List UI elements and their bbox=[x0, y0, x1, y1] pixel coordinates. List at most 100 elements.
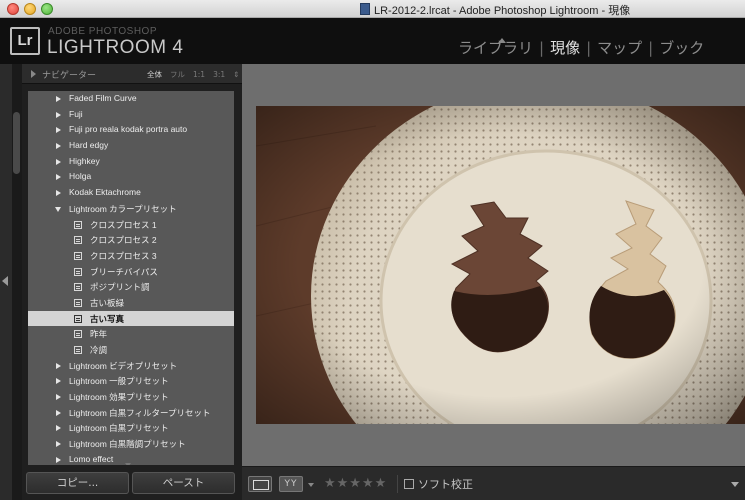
navigator-zoom-options: 全体 フル 1:1 3:1 ⇕ bbox=[147, 69, 247, 80]
expand-triangle-icon[interactable] bbox=[56, 143, 61, 150]
photo-preview[interactable] bbox=[256, 106, 745, 424]
expand-triangle-icon[interactable] bbox=[31, 70, 36, 78]
soft-proof-label[interactable]: ソフト校正 bbox=[418, 476, 473, 492]
module-separator: | bbox=[539, 39, 545, 57]
module-separator: | bbox=[648, 39, 654, 57]
preset-item[interactable]: ブリーチバイパス bbox=[28, 264, 234, 280]
preset-item[interactable]: 冷調 bbox=[28, 342, 234, 358]
navigator-header[interactable]: ナビゲーター 全体 フル 1:1 3:1 ⇕ bbox=[22, 64, 242, 84]
preset-folder[interactable]: Highkey bbox=[28, 154, 234, 170]
preset-folder-label: Lomo effect bbox=[69, 453, 114, 464]
expand-triangle-icon[interactable] bbox=[56, 158, 61, 165]
module-map[interactable]: マップ bbox=[597, 37, 642, 58]
preset-icon bbox=[74, 346, 82, 354]
photo-image bbox=[256, 106, 745, 424]
toolbar-divider bbox=[397, 475, 398, 493]
zoom-dropdown-icon[interactable]: ⇕ bbox=[233, 70, 239, 79]
preset-folder-label: Faded Film Curve bbox=[69, 93, 137, 103]
loupe-view-button[interactable] bbox=[248, 476, 272, 492]
preset-item[interactable]: 昨年 bbox=[28, 326, 234, 342]
preset-list: Faded Film Curve Fuji Fuji pro reala kod… bbox=[28, 91, 234, 465]
preset-icon bbox=[74, 330, 82, 339]
close-window-button[interactable] bbox=[7, 3, 19, 15]
preset-item-label: 古い板緑 bbox=[90, 297, 125, 308]
preset-folder-label: Kodak Ektachrome bbox=[69, 187, 141, 198]
preset-folder[interactable]: Fuji bbox=[28, 107, 234, 123]
expand-triangle-icon[interactable] bbox=[56, 174, 61, 181]
rating-stars[interactable]: ★★★★★ bbox=[324, 476, 387, 491]
develop-canvas[interactable] bbox=[242, 64, 745, 466]
zoom-fill[interactable]: フル bbox=[170, 70, 185, 79]
preset-item-label: 昨年 bbox=[90, 329, 108, 340]
preset-item-label: 冷調 bbox=[90, 345, 108, 355]
module-picker: ライブラリ | 現像 | マップ | ブック bbox=[458, 37, 704, 59]
preset-folder[interactable]: Lomo effect bbox=[28, 452, 234, 465]
zoom-3-1[interactable]: 3:1 bbox=[213, 70, 225, 79]
expand-triangle-icon[interactable] bbox=[56, 425, 61, 432]
navigator-title: ナビゲーター bbox=[42, 71, 97, 81]
preset-item-label: クロスプロセス 2 bbox=[90, 235, 157, 246]
expand-triangle-icon[interactable] bbox=[56, 378, 61, 385]
preset-folder-label: Lightroom 白黒フィルタープリセット bbox=[69, 407, 211, 418]
zoom-window-button[interactable] bbox=[41, 3, 53, 15]
preset-folder-open[interactable]: Lightroom カラープリセット bbox=[28, 201, 234, 217]
zoom-1-1[interactable]: 1:1 bbox=[193, 70, 205, 79]
brand-title: LIGHTROOM 4 bbox=[47, 37, 184, 58]
preset-item-selected[interactable]: 古い写真 bbox=[28, 310, 234, 327]
expand-triangle-icon[interactable] bbox=[56, 362, 61, 369]
preset-icon bbox=[74, 220, 82, 229]
module-library[interactable]: ライブラリ bbox=[458, 37, 533, 58]
preset-item[interactable]: ポジプリント調 bbox=[28, 279, 234, 295]
lightroom-logo-icon: Lr bbox=[10, 27, 40, 55]
left-panel-toggle-icon[interactable] bbox=[2, 276, 8, 286]
minimize-window-button[interactable] bbox=[24, 3, 36, 15]
preset-item[interactable]: クロスプロセス 1 bbox=[28, 217, 234, 233]
preset-folder-label: Holga bbox=[69, 171, 92, 182]
preset-folder[interactable]: Lightroom ビデオプリセット bbox=[28, 358, 234, 374]
preset-folder[interactable]: Faded Film Curve bbox=[28, 91, 234, 107]
soft-proof-checkbox[interactable] bbox=[404, 479, 414, 489]
preset-item[interactable]: クロスプロセス 2 bbox=[28, 232, 234, 248]
preset-folder[interactable]: Hard edgy bbox=[28, 138, 234, 154]
preset-icon bbox=[74, 283, 82, 292]
preset-icon bbox=[74, 236, 82, 245]
preset-folder-label: Hard edgy bbox=[69, 140, 109, 151]
preset-item[interactable]: クロスプロセス 3 bbox=[28, 248, 234, 264]
before-after-dropdown-icon[interactable] bbox=[308, 483, 314, 487]
copy-settings-button[interactable]: コピー... bbox=[26, 472, 129, 494]
preset-folder[interactable]: Fuji pro reala kodak portra auto bbox=[28, 122, 234, 138]
preset-item[interactable]: 古い板緑 bbox=[28, 295, 234, 311]
paste-settings-button[interactable]: ペースト bbox=[132, 472, 235, 494]
preset-folder-label: Lightroom ビデオプリセット bbox=[69, 360, 178, 371]
expand-triangle-icon[interactable] bbox=[56, 190, 61, 197]
expand-triangle-icon[interactable] bbox=[56, 127, 61, 134]
expand-triangle-icon[interactable] bbox=[56, 441, 61, 448]
preset-folder-label: Lightroom カラープリセット bbox=[69, 203, 177, 214]
module-separator: | bbox=[586, 39, 592, 57]
expand-triangle-icon[interactable] bbox=[56, 111, 61, 118]
expand-triangle-icon[interactable] bbox=[56, 96, 61, 102]
left-panel-edge[interactable] bbox=[0, 64, 12, 500]
module-develop[interactable]: 現像 bbox=[550, 37, 580, 58]
preset-item-label: 古い写真 bbox=[90, 313, 125, 324]
preset-folder[interactable]: Kodak Ektachrome bbox=[28, 185, 234, 201]
preset-icon bbox=[74, 251, 82, 260]
preset-folder[interactable]: Lightroom 白黒フィルタープリセット bbox=[28, 405, 234, 421]
preset-folder[interactable]: Lightroom 白黒階調プリセット bbox=[28, 436, 234, 452]
expand-triangle-icon[interactable] bbox=[56, 456, 61, 463]
preset-item-label: クロスプロセス 1 bbox=[90, 219, 157, 230]
zoom-fit[interactable]: 全体 bbox=[147, 70, 162, 79]
preset-folder[interactable]: Lightroom 一般プリセット bbox=[28, 373, 234, 389]
expand-triangle-icon[interactable] bbox=[56, 409, 61, 416]
collapse-triangle-icon[interactable] bbox=[55, 206, 61, 212]
preset-folder[interactable]: Holga bbox=[28, 169, 234, 185]
left-panel-scroll-thumb[interactable] bbox=[13, 112, 20, 174]
before-after-button[interactable]: YY bbox=[279, 476, 303, 492]
expand-triangle-icon[interactable] bbox=[56, 394, 61, 401]
window-titlebar: LR-2012-2.lrcat - Adobe Photoshop Lightr… bbox=[0, 0, 745, 18]
preset-item-label: ブリーチバイパス bbox=[90, 266, 158, 277]
preset-folder[interactable]: Lightroom 効果プリセット bbox=[28, 389, 234, 405]
module-book[interactable]: ブック bbox=[659, 37, 704, 58]
preset-folder[interactable]: Lightroom 白黒プリセット bbox=[28, 420, 234, 436]
toolbar-options-dropdown-icon[interactable] bbox=[731, 482, 739, 487]
